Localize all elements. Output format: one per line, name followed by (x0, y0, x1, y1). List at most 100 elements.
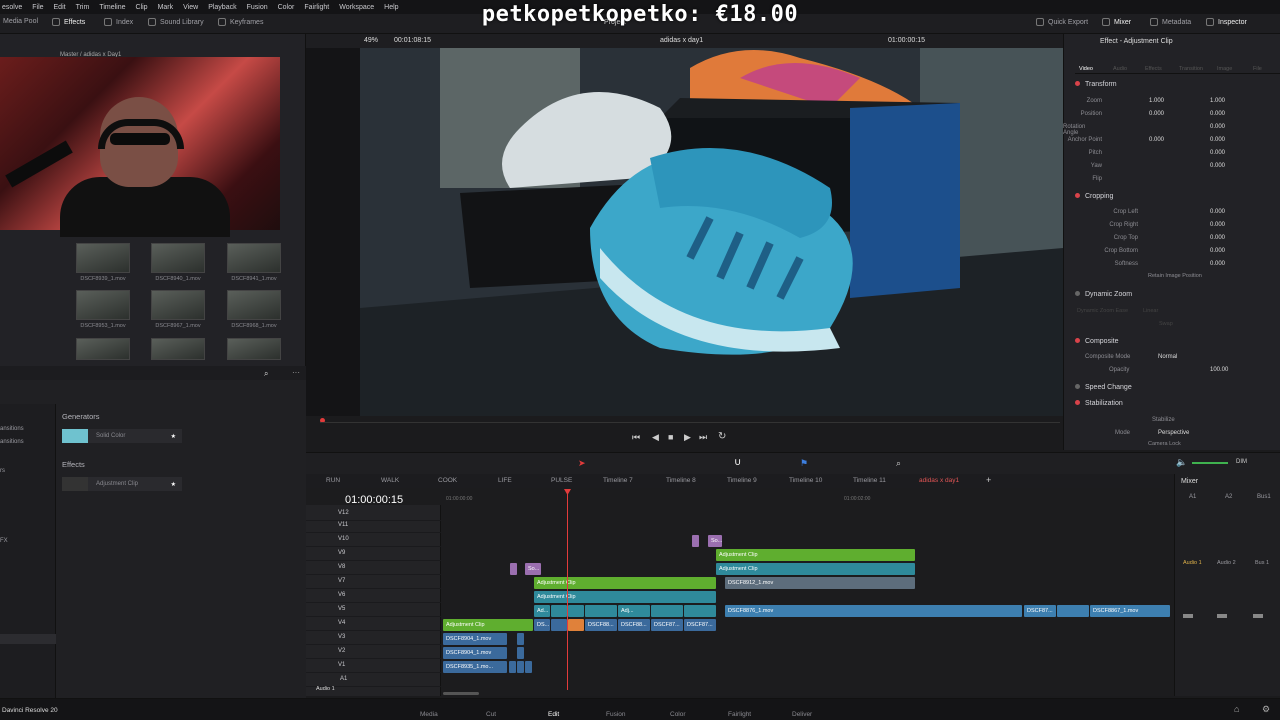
timeline-tab[interactable]: PULSE (551, 477, 572, 484)
clip-thumbnail[interactable] (151, 243, 205, 273)
swap-button[interactable]: Swap (1159, 321, 1173, 327)
media-pool-button[interactable]: Media Pool (3, 18, 38, 25)
quick-export-button[interactable]: Quick Export (1036, 18, 1088, 26)
zoom-icon[interactable]: ⌕ (896, 458, 901, 469)
selection-tool-icon[interactable]: ➤ (578, 458, 586, 469)
stabilization-section[interactable]: Stabilization (1075, 400, 1123, 407)
zoom-x-field[interactable]: 1.000 (1149, 98, 1164, 104)
clip-thumbnail[interactable] (227, 338, 281, 360)
stop-icon[interactable]: ■ (668, 432, 673, 442)
timeline-tab[interactable]: LIFE (498, 477, 512, 484)
volume-slider[interactable] (1192, 462, 1228, 464)
clip-thumbnail[interactable] (151, 338, 205, 360)
enable-dot[interactable] (1075, 193, 1080, 198)
opacity-field[interactable]: 100.00 (1210, 367, 1228, 373)
anchor-y-field[interactable]: 0.000 (1210, 137, 1225, 143)
timeline-clip[interactable]: DSCF8912_1.mov (725, 577, 915, 589)
timeline-clip[interactable]: So... (708, 535, 722, 547)
timeline-clip[interactable] (568, 605, 584, 617)
menu-fusion[interactable]: Fusion (247, 4, 268, 11)
menu-playback[interactable]: Playback (208, 4, 236, 11)
track-header-v11[interactable]: V11 (306, 519, 441, 533)
timeline-clip[interactable] (1057, 605, 1089, 617)
sound-library-button[interactable]: Sound Library (148, 18, 204, 26)
crop-right-field[interactable]: 0.000 (1210, 222, 1225, 228)
menu-color[interactable]: Color (278, 4, 295, 11)
pitch-field[interactable]: 0.000 (1210, 150, 1225, 156)
menu-clip[interactable]: Clip (136, 4, 148, 11)
timeline-clip[interactable]: Adjustment Clip (443, 619, 533, 631)
tab-file[interactable]: File (1253, 66, 1262, 72)
adjustment-clip-item[interactable]: Adjustment Clip ★ (62, 477, 182, 491)
timeline-tab[interactable]: COOK (438, 477, 457, 484)
enable-dot[interactable] (1075, 384, 1080, 389)
sidebar-item-generators[interactable]: rs (0, 468, 5, 474)
menu-help[interactable]: Help (384, 4, 398, 11)
timeline-clip[interactable]: DSCF8935_1.mo... (443, 661, 507, 673)
tab-audio[interactable]: Audio (1113, 66, 1127, 72)
timeline-clip[interactable]: DSCF88... (585, 619, 617, 631)
more-options-icon[interactable]: ··· (292, 368, 300, 377)
tab-image[interactable]: Image (1217, 66, 1232, 72)
effects-button[interactable]: Effects (52, 18, 85, 26)
position-x-field[interactable]: 0.000 (1149, 111, 1164, 117)
clip-thumbnail[interactable] (227, 243, 281, 273)
timeline-clip[interactable]: DSCF87... (684, 619, 716, 631)
timeline-tab[interactable]: Timeline 9 (727, 477, 757, 484)
track-header-v3[interactable]: V3 (306, 631, 441, 645)
track-header-v1[interactable]: V1 (306, 659, 441, 673)
timeline-clip[interactable]: DSCF88... (618, 619, 650, 631)
clip-thumbnail[interactable] (227, 290, 281, 320)
horizontal-scrollbar[interactable] (443, 692, 479, 695)
loop-icon[interactable]: ↻ (718, 431, 726, 442)
timeline-clip[interactable]: DSCF8904_1.mov (443, 633, 507, 645)
menu-file[interactable]: File (32, 4, 43, 11)
video-frame[interactable] (360, 48, 1063, 416)
add-timeline-icon[interactable]: + (986, 475, 991, 485)
position-y-field[interactable]: 0.000 (1210, 111, 1225, 117)
play-icon[interactable]: ▶ (684, 432, 691, 443)
crop-top-field[interactable]: 0.000 (1210, 235, 1225, 241)
camera-lock-label[interactable]: Camera Lock (1148, 441, 1181, 447)
sidebar-item-audio-transitions[interactable]: ansitions (0, 439, 24, 445)
fader-a2[interactable] (1217, 614, 1227, 618)
sidebar-item-video-transitions[interactable]: ansitions (0, 426, 24, 432)
zoom-y-field[interactable]: 1.000 (1210, 98, 1225, 104)
timeline-clip[interactable] (517, 647, 524, 659)
timeline-clip[interactable] (517, 633, 524, 645)
enable-dot[interactable] (1075, 338, 1080, 343)
menu-workspace[interactable]: Workspace (339, 4, 374, 11)
enable-dot[interactable] (1075, 291, 1080, 296)
timeline-tab[interactable]: Timeline 7 (603, 477, 633, 484)
tab-transition[interactable]: Transition (1179, 66, 1203, 72)
timeline-clip[interactable]: DSCF8876_1.mov (725, 605, 1022, 617)
timeline-tab[interactable]: Timeline 10 (789, 477, 822, 484)
menu-edit[interactable]: Edit (54, 4, 66, 11)
timeline-clip[interactable] (651, 605, 683, 617)
page-media[interactable]: Media (420, 711, 438, 718)
flag-icon[interactable]: ⚑ (800, 458, 808, 469)
timeline-clip[interactable] (509, 661, 516, 673)
timeline-clip[interactable]: So... (525, 563, 541, 575)
track-header-a1[interactable]: A1 (306, 673, 441, 687)
index-button[interactable]: Index (104, 18, 133, 26)
first-frame-icon[interactable]: ⏮ (632, 432, 640, 443)
timeline-clip[interactable] (585, 605, 617, 617)
track-header-v6[interactable]: V6 (306, 589, 441, 603)
timeline-clip[interactable] (517, 661, 524, 673)
timeline-clip[interactable] (551, 619, 567, 631)
clip-thumbnail[interactable] (151, 290, 205, 320)
page-deliver[interactable]: Deliver (792, 711, 812, 718)
anchor-x-field[interactable]: 0.000 (1149, 137, 1164, 143)
play-reverse-icon[interactable]: ◀ (652, 432, 659, 443)
mixer-button[interactable]: Mixer (1102, 18, 1131, 26)
retain-row[interactable]: Retain Image Position (1063, 271, 1280, 283)
timeline-clip[interactable]: Adjustment Clip (534, 591, 716, 603)
track-header-v9[interactable]: V9 (306, 547, 441, 561)
favorite-star-icon[interactable]: ★ (171, 433, 176, 440)
timeline-clip[interactable] (525, 661, 532, 673)
softness-field[interactable]: 0.000 (1210, 261, 1225, 267)
crop-left-field[interactable]: 0.000 (1210, 209, 1225, 215)
last-frame-icon[interactable]: ⏭ (699, 432, 707, 443)
timeline-tab[interactable]: Timeline 8 (666, 477, 696, 484)
